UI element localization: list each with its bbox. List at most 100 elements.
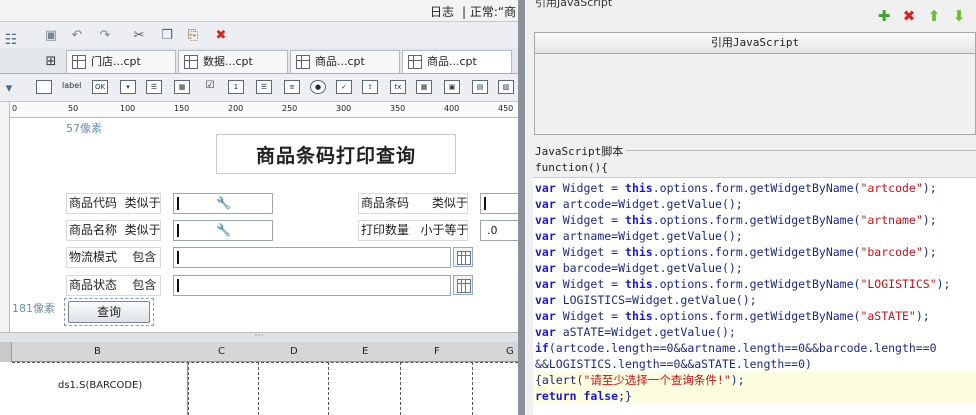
state-label[interactable]: 商品状态 包含 (66, 275, 161, 296)
state-input[interactable] (173, 275, 451, 296)
code-token: false (583, 389, 619, 403)
code-line[interactable]: var Widget = this.options.form.getWidget… (535, 212, 937, 228)
delete-icon[interactable]: ✖ (212, 26, 230, 44)
tabpane-widget-icon[interactable]: ▧ (498, 80, 514, 94)
code-token: Widget = (555, 277, 626, 291)
artcode-input[interactable]: 🔧 (173, 193, 273, 214)
logistics-input[interactable] (173, 247, 451, 268)
move-down-icon[interactable]: ⬇ (951, 8, 967, 24)
code-line[interactable]: if(artcode.length==0&&artname.length==0&… (535, 340, 937, 356)
form-canvas[interactable]: 57像素 商品条码打印查询 商品代码 类似于 🔧 商品名称 类似于 🔧 物流模式… (10, 118, 518, 332)
frame-widget-icon[interactable]: ▣ (444, 80, 460, 94)
code-token: .options.form.getWidgetByName( (652, 309, 861, 323)
combo-widget-icon[interactable]: ▾ (120, 80, 136, 94)
code-token: Widget = (555, 245, 626, 259)
code-line[interactable]: var barcode=Widget.getValue(); (535, 260, 743, 276)
textbox-widget-icon[interactable] (36, 80, 52, 94)
radio-widget-icon[interactable]: ● (310, 80, 326, 94)
widget-menu-icon[interactable]: ▾ (0, 79, 18, 97)
code-token: artcode=Widget.getValue(); (555, 197, 743, 211)
code-line[interactable]: var aSTATE=Widget.getValue(); (535, 324, 736, 340)
query-button[interactable]: 查询 (68, 301, 150, 323)
splitter[interactable]: ⋯ (0, 332, 518, 342)
code-line[interactable]: var Widget = this.options.form.getWidget… (535, 244, 937, 260)
code-token: artname=Widget.getValue(); (555, 229, 743, 243)
code-line[interactable]: var Widget = this.options.form.getWidget… (535, 308, 930, 324)
table-widget-icon[interactable]: ▦ (416, 80, 432, 94)
tab-template-3[interactable]: 商品...cpt (290, 50, 400, 73)
code-token: ); (922, 181, 937, 195)
button-widget-icon[interactable]: OK (92, 80, 108, 94)
artcode-label[interactable]: 商品代码 类似于 (66, 193, 161, 214)
tab-template-1[interactable]: 门店...cpt (66, 50, 176, 73)
redo-icon[interactable]: ↷ (96, 26, 114, 44)
number-widget-icon[interactable]: 1 (228, 80, 244, 94)
code-token: if (535, 341, 549, 355)
code-token: LOGISTICS=Widget.getValue(); (555, 293, 757, 307)
delete-icon[interactable]: ✖ (901, 8, 917, 24)
col-e[interactable]: E (362, 346, 368, 357)
code-line[interactable]: var LOGISTICS=Widget.getValue(); (535, 292, 757, 308)
javascript-editor-pane: 引用JavaScript ✚ ✖ ⬆ ⬇ 引用JavaScript JavaSc… (525, 0, 976, 415)
col-g[interactable]: G (506, 346, 514, 357)
col-c[interactable]: C (218, 346, 225, 357)
cut-icon[interactable]: ✂ (130, 26, 148, 44)
logistics-picker-icon[interactable] (453, 247, 473, 267)
code-token: var (535, 309, 556, 323)
print-qty-input[interactable]: .0 (480, 220, 518, 241)
tab-template-2[interactable]: 数据...cpt (178, 50, 288, 73)
tree-widget-icon[interactable]: ≡ (284, 80, 300, 94)
column-header: B C D E F G (0, 342, 518, 362)
upload-widget-icon[interactable]: ⇧ (362, 80, 378, 94)
code-line[interactable]: var artname=Widget.getValue(); (535, 228, 743, 244)
pane-divider[interactable] (518, 0, 525, 415)
code-token: var (535, 213, 556, 227)
code-line[interactable]: return false;} (533, 388, 976, 404)
barcode-input[interactable] (480, 193, 518, 214)
barcode-label[interactable]: 商品条码 类似于 (358, 193, 468, 214)
artname-input[interactable]: 🔧 (173, 220, 273, 241)
code-token: .options.form.getWidgetByName( (652, 245, 861, 259)
label-widget-icon[interactable]: label (62, 80, 81, 94)
paste-icon[interactable]: ⎘ (184, 26, 202, 44)
panel-widget-icon[interactable]: ▤ (472, 80, 488, 94)
code-token: "artname" (860, 213, 923, 227)
reference-js-button[interactable]: 引用JavaScript (535, 33, 975, 54)
designer-window: 日志 | 正常:“商 ☷ ▣ ↶ ↷ ✂ ❐ ⎘ ✖ ⊞ 门店...cpt 数据… (0, 0, 976, 415)
code-line[interactable]: &&LOGISTICS.length==0&&aSTATE.length==0) (535, 356, 812, 372)
col-b[interactable]: B (94, 346, 101, 357)
code-token: ); (922, 245, 937, 259)
list-widget-icon[interactable]: ☰ (146, 80, 162, 94)
col-f[interactable]: F (434, 346, 440, 357)
add-icon[interactable]: ✚ (876, 8, 892, 24)
copy-icon[interactable]: ❐ (158, 26, 176, 44)
date-widget-icon[interactable]: ▦ (174, 80, 190, 94)
new-template-icon[interactable]: ⊞ (42, 52, 60, 70)
checkbox-widget-icon[interactable]: ☑ (202, 80, 218, 94)
code-line[interactable]: var artcode=Widget.getValue(); (535, 196, 743, 212)
state-picker-icon[interactable] (453, 275, 473, 295)
tab-template-4[interactable]: 商品...cpt (402, 50, 512, 73)
code-token: {alert( (535, 373, 584, 387)
undo-icon[interactable]: ↶ (68, 26, 86, 44)
code-line[interactable]: var Widget = this.options.form.getWidget… (535, 180, 937, 196)
checkgroup-widget-icon[interactable]: ✓ (336, 80, 352, 94)
tx-widget-icon[interactable]: tx (390, 80, 406, 94)
function-header: function(){ (535, 161, 608, 174)
code-token: "LOGISTICS" (860, 277, 937, 291)
log-link[interactable]: 日志 (430, 3, 454, 20)
move-up-icon[interactable]: ⬆ (926, 8, 942, 24)
print-qty-label[interactable]: 打印数量 小于等于 (358, 220, 468, 241)
artname-label[interactable]: 商品名称 类似于 (66, 220, 161, 241)
code-line[interactable]: var Widget = this.options.form.getWidget… (535, 276, 950, 292)
save-icon[interactable]: ▣ (42, 26, 60, 44)
logistics-label[interactable]: 物流模式 包含 (66, 247, 161, 268)
grid-cell[interactable]: ds1.S(BARCODE) (12, 362, 188, 415)
col-d[interactable]: D (290, 346, 298, 357)
grid-icon (296, 55, 310, 69)
code-line[interactable]: {alert("请至少选择一个查询条件!"); (533, 372, 976, 388)
textarea-widget-icon[interactable]: ☰ (256, 80, 272, 94)
code-token: this (625, 309, 653, 323)
form-title[interactable]: 商品条码打印查询 (216, 134, 456, 174)
code-editor[interactable]: var Widget = this.options.form.getWidget… (533, 177, 976, 415)
